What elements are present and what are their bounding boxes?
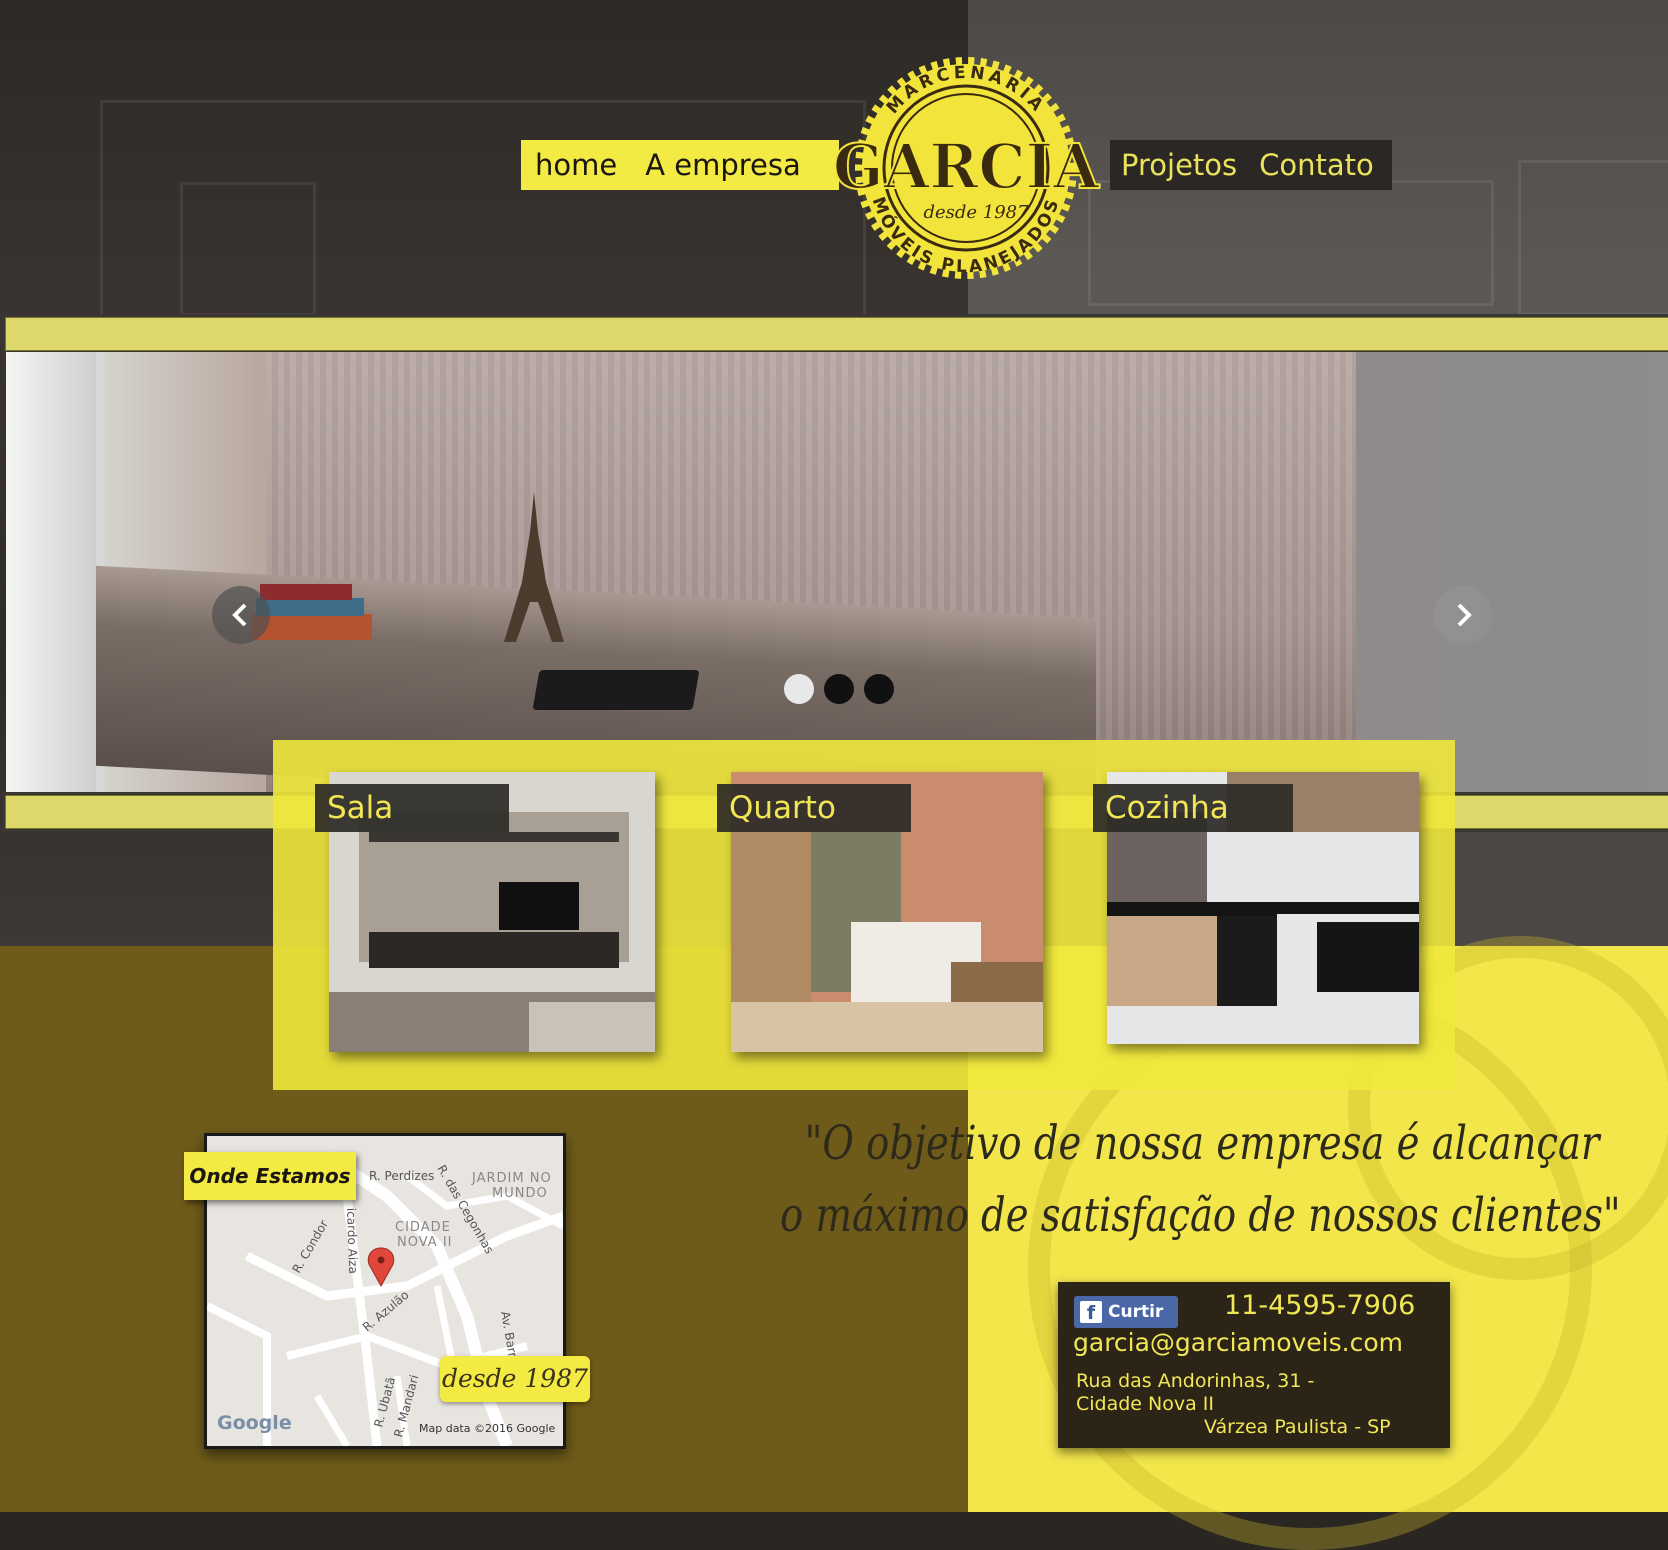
map-attribution: Map data ©2016 Google xyxy=(419,1422,555,1435)
logo-since: desde 1987 xyxy=(923,202,1029,223)
map-label-aiza: icardo Aiza xyxy=(344,1208,360,1274)
map-label-mundo: MUNDO xyxy=(492,1186,548,1201)
nav-projects-link[interactable]: Projetos xyxy=(1110,148,1248,182)
map-title-tag: Onde Estamos xyxy=(184,1152,356,1200)
garcia-logo[interactable]: MARCENARIA MÓVEIS PLANEJADOS GARCIA desd… xyxy=(826,46,1106,286)
contact-email[interactable]: garcia@garciamoveis.com xyxy=(1073,1328,1403,1357)
category-card-quarto[interactable]: Quarto xyxy=(717,772,1043,1052)
image-carousel[interactable] xyxy=(6,352,1668,792)
quote-line-2: o máximo de satisfação de nossos cliente… xyxy=(780,1188,1621,1243)
map-label-cidade: CIDADE xyxy=(395,1220,451,1235)
yellow-band-top xyxy=(2,314,1668,354)
carousel-dot-2[interactable] xyxy=(824,674,854,704)
category-label-quarto: Quarto xyxy=(717,784,911,832)
nav-left-group: home A empresa xyxy=(521,140,839,190)
chevron-left-icon xyxy=(232,603,247,627)
map-label-jardim: JARDIM NO xyxy=(471,1171,552,1186)
carousel-dot-1[interactable] xyxy=(784,674,814,704)
carousel-next-button[interactable] xyxy=(1434,586,1492,644)
carousel-dot-3[interactable] xyxy=(864,674,894,704)
carousel-prev-button[interactable] xyxy=(212,586,270,644)
address-line-3: Várzea Paulista - SP xyxy=(1204,1416,1391,1438)
wardrobe-decor xyxy=(100,100,866,346)
map-label-perdizes: R. Perdizes xyxy=(369,1169,434,1183)
eiffel-tower-decor xyxy=(504,492,564,642)
quote-line-1: "O objetivo de nossa empresa é alcançar xyxy=(804,1116,1600,1171)
company-quote: "O objetivo de nossa empresa é alcançar … xyxy=(780,1108,1621,1252)
logo-name: GARCIA xyxy=(833,130,1100,203)
slide-window xyxy=(6,352,104,792)
chevron-right-icon xyxy=(1457,603,1472,627)
address-line-1: Rua das Andorinhas, 31 - xyxy=(1076,1370,1315,1392)
map-label-nova: NOVA II xyxy=(397,1235,452,1250)
facebook-like-label: Curtir xyxy=(1108,1302,1164,1322)
facebook-icon: f xyxy=(1080,1301,1102,1324)
router-decor xyxy=(532,670,700,710)
since-tag: desde 1987 xyxy=(440,1356,590,1402)
nav-contact-link[interactable]: Contato xyxy=(1248,148,1385,182)
category-card-cozinha[interactable]: Cozinha xyxy=(1093,772,1419,1044)
shelf-decor xyxy=(1088,180,1494,306)
address-line-2: Cidade Nova II xyxy=(1076,1393,1215,1415)
google-logo: Google xyxy=(217,1412,292,1434)
nav-company-link[interactable]: A empresa xyxy=(631,148,815,182)
window-blind-decor xyxy=(1518,160,1668,316)
nav-right-group: Projetos Contato xyxy=(1110,140,1392,190)
category-label-sala: Sala xyxy=(315,784,509,832)
contact-box: f Curtir 11-4595-7906 garcia@garciamovei… xyxy=(1058,1282,1450,1448)
contact-phone[interactable]: 11-4595-7906 xyxy=(1224,1290,1415,1321)
facebook-like-button[interactable]: f Curtir xyxy=(1074,1296,1178,1328)
category-label-cozinha: Cozinha xyxy=(1093,784,1293,832)
category-card-sala[interactable]: Sala xyxy=(315,772,655,1052)
nav-home-link[interactable]: home xyxy=(521,148,631,182)
categories-panel: Sala Quarto Cozinha xyxy=(273,740,1455,1090)
